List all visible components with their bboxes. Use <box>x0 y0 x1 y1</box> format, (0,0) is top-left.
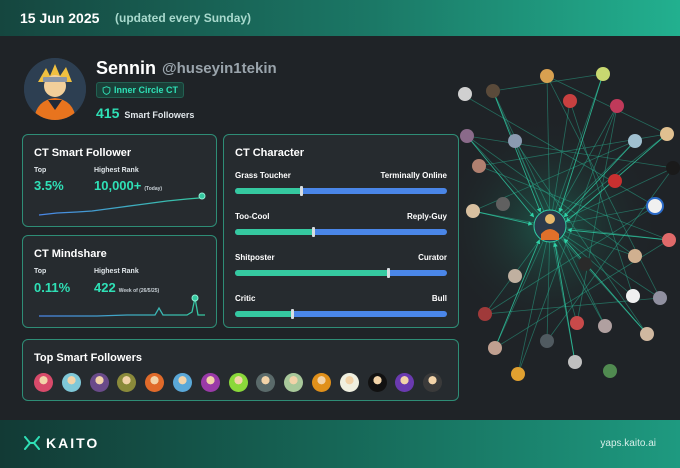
trait-labels: Grass Toucher Terminally Online <box>235 171 447 180</box>
shield-icon <box>102 85 111 95</box>
trait-fill <box>235 311 293 317</box>
card-title: CT Smart Follower <box>34 147 132 159</box>
trait-right-label: Reply-Guy <box>406 212 447 221</box>
follower-avatar[interactable] <box>284 373 304 392</box>
trait-left-label: Critic <box>235 294 256 303</box>
update-frequency-note: (updated every Sunday) <box>115 11 252 25</box>
kaito-logo: KAITO <box>24 435 99 451</box>
ct-smart-follower-card: CT Smart Follower Top 3.5% Highest Rank … <box>22 134 217 227</box>
smart-followers-summary: 415 Smart Followers <box>96 105 194 121</box>
follower-avatar[interactable] <box>89 373 109 392</box>
follower-avatar[interactable] <box>395 373 415 392</box>
header-banner: 15 Jun 2025 (updated every Sunday) <box>0 0 680 36</box>
profile-handle: @huseyin1tekin <box>162 60 277 77</box>
inner-circle-badge: Inner Circle CT <box>96 82 185 98</box>
trait-right-label: Curator <box>418 253 447 262</box>
trait-slider <box>235 268 447 278</box>
trait-fill <box>235 229 314 235</box>
site-url[interactable]: yaps.kaito.ai <box>600 438 656 449</box>
follower-avatar[interactable] <box>61 373 81 392</box>
card-title: Top Smart Followers <box>34 352 142 364</box>
brand-name: KAITO <box>46 435 100 451</box>
trait-left-label: Shitposter <box>235 253 275 262</box>
profile-name: Sennin <box>96 58 157 78</box>
ct-mindshare-card: CT Mindshare Top 0.11% Highest Rank 422 W… <box>22 235 217 328</box>
card-title: CT Character <box>235 147 305 159</box>
trait-labels: Too-Cool Reply-Guy <box>235 212 447 221</box>
badge-label: Inner Circle CT <box>114 85 179 95</box>
trait-slider <box>235 227 447 237</box>
follower-avatar[interactable] <box>117 373 137 392</box>
follower-avatar[interactable] <box>228 373 248 392</box>
trait-left-label: Grass Toucher <box>235 171 291 180</box>
smart-followers-label: Smart Followers <box>124 110 195 120</box>
trait-slider <box>235 186 447 196</box>
trait-marker <box>291 309 295 319</box>
trait-marker <box>312 227 316 237</box>
trait-slider <box>235 309 447 319</box>
trait-right-label: Bull <box>431 294 447 303</box>
trait-marker <box>299 186 303 196</box>
follower-avatar[interactable] <box>200 373 220 392</box>
follower-avatar[interactable] <box>256 373 276 392</box>
top-smart-followers-card: Top Smart Followers <box>22 339 459 401</box>
trait-fill <box>235 188 301 194</box>
mindshare-trend-line <box>39 294 205 317</box>
trait-labels: Shitposter Curator <box>235 253 447 262</box>
trait-fill <box>235 270 388 276</box>
kaito-logo-icon <box>24 436 40 450</box>
ct-character-card: CT Character Grass Toucher Terminally Onl… <box>223 134 459 328</box>
profile-card: Sennin @huseyin1tekin Inner Circle CT 41… <box>0 36 680 420</box>
smart-followers-count: 415 <box>96 105 120 121</box>
highest-rank-label: Highest Rank <box>94 167 139 174</box>
profile-avatar <box>24 58 86 120</box>
follower-avatar[interactable] <box>34 373 53 392</box>
follower-network-graph <box>455 67 680 381</box>
card-title: CT Mindshare <box>34 248 107 260</box>
follower-avatar[interactable] <box>172 373 192 392</box>
follower-avatar[interactable] <box>311 373 331 392</box>
follower-avatar[interactable] <box>367 373 387 392</box>
follower-avatar[interactable] <box>423 373 443 392</box>
snapshot-date: 15 Jun 2025 <box>20 10 100 26</box>
top-label: Top <box>34 167 47 174</box>
trait-right-label: Terminally Online <box>380 171 447 180</box>
footer-banner: KAITO yaps.kaito.ai <box>0 420 680 468</box>
smart-follower-trend-line <box>38 192 206 216</box>
top-label: Top <box>34 268 47 275</box>
trait-left-label: Too-Cool <box>235 212 270 221</box>
top-followers-avatar-row <box>34 373 443 392</box>
follower-avatar[interactable] <box>339 373 359 392</box>
trait-labels: Critic Bull <box>235 294 447 303</box>
follower-avatar[interactable] <box>145 373 165 392</box>
trait-marker <box>386 268 390 278</box>
highest-rank-label: Highest Rank <box>94 268 139 275</box>
